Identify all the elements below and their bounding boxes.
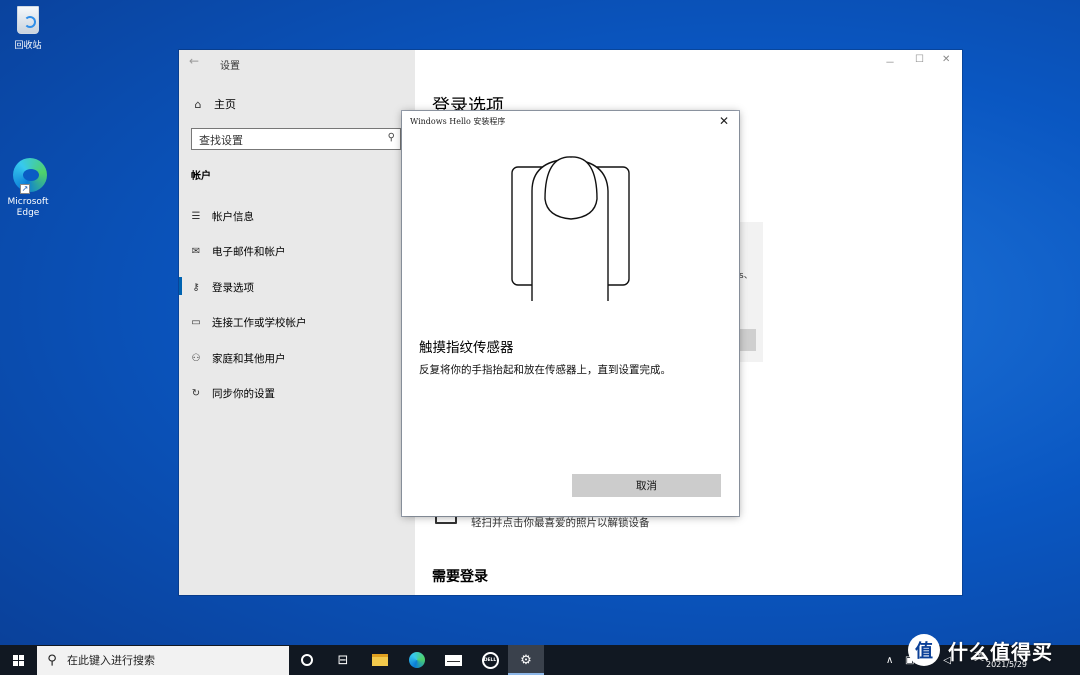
edge-shortcut[interactable]: ↗ Microsoft Edge — [0, 158, 56, 219]
task-view-icon: ⊟ — [337, 652, 349, 668]
watermark-text: 什么值得买 — [948, 639, 1053, 664]
briefcase-icon: ▭ — [191, 316, 201, 328]
taskbar-mail[interactable] — [435, 645, 471, 675]
sidebar-item-sign-in-options[interactable]: ⚷ 登录选项 — [189, 276, 409, 298]
task-view-button[interactable]: ⊟ — [325, 645, 361, 675]
taskbar-edge[interactable] — [399, 645, 435, 675]
search-icon[interactable]: ⚲ — [388, 132, 395, 143]
people-icon: ⚇ — [191, 352, 201, 364]
edge-icon: ↗ — [13, 158, 47, 194]
recycle-bin-shortcut[interactable]: 回收站 — [0, 4, 56, 52]
sidebar-item-family[interactable]: ⚇ 家庭和其他用户 — [189, 347, 409, 369]
watermark-logo: 值 — [908, 634, 940, 666]
gear-icon: ⚙ — [520, 652, 532, 668]
account-info-icon: ☰ — [191, 210, 201, 222]
edge-icon — [409, 652, 425, 668]
windows-logo-icon — [12, 654, 24, 666]
chevron-up-icon: ∧ — [886, 654, 894, 666]
dell-icon: DELL — [481, 651, 499, 669]
search-icon: ⚲ — [47, 653, 57, 668]
recycle-bin-label: 回收站 — [14, 41, 42, 51]
sidebar-item-label: 电子邮件和帐户 — [212, 245, 286, 258]
dialog-title: Windows Hello 安装程序 — [410, 117, 506, 126]
sidebar-item-work-school[interactable]: ▭ 连接工作或学校帐户 — [189, 311, 409, 333]
show-hidden-icons-button[interactable]: ∧ — [886, 645, 893, 675]
taskbar-file-explorer[interactable] — [362, 645, 398, 675]
sidebar-item-label: 帐户信息 — [212, 210, 254, 223]
email-icon: ✉ — [191, 245, 201, 257]
recycle-bin-icon — [13, 6, 43, 38]
settings-sidebar: ← 设置 ⌂ 主页 ⚲ 帐户 ☰ 帐户信息 ✉ 电子邮件和帐户 ⚷ 登录选项 ▭… — [179, 50, 415, 595]
minimize-button[interactable]: － — [885, 54, 895, 69]
sidebar-item-account-info[interactable]: ☰ 帐户信息 — [189, 205, 409, 227]
watermark: 值 什么值得买 — [908, 632, 1053, 668]
home-label: 主页 — [214, 98, 236, 111]
folder-icon — [372, 654, 388, 666]
dialog-close-button[interactable]: ✕ — [719, 114, 729, 128]
sidebar-item-label: 登录选项 — [212, 281, 254, 294]
sidebar-item-sync[interactable]: ↻ 同步你的设置 — [189, 382, 409, 404]
edge-label: Microsoft Edge — [7, 197, 49, 218]
fingerprint-sensor-illustration — [511, 156, 630, 301]
taskbar-dell[interactable]: DELL — [472, 645, 508, 675]
taskbar-settings[interactable]: ⚙ — [508, 645, 544, 675]
mail-icon — [444, 654, 462, 666]
taskbar-search-input[interactable] — [67, 654, 277, 667]
section-label: 帐户 — [191, 171, 211, 182]
dialog-instructions: 反复将你的手指抬起和放在传感器上，直到设置完成。 — [419, 364, 671, 376]
close-button[interactable]: ✕ — [942, 54, 950, 65]
key-icon: ⚷ — [192, 281, 200, 293]
home-icon: ⌂ — [194, 97, 202, 111]
nav-home[interactable]: ⌂ 主页 — [191, 96, 237, 112]
picture-password-description: 轻扫并点击你最喜爱的照片以解锁设备 — [471, 517, 650, 529]
window-title: 设置 — [220, 61, 240, 72]
start-button[interactable] — [0, 645, 36, 675]
taskbar-search-box[interactable]: ⚲ — [37, 646, 289, 675]
sidebar-item-label: 连接工作或学校帐户 — [212, 316, 307, 329]
settings-search-input[interactable] — [192, 130, 372, 151]
cancel-button[interactable]: 取消 — [572, 474, 721, 497]
maximize-button[interactable]: ☐ — [915, 54, 924, 65]
windows-hello-dialog: Windows Hello 安装程序 ✕ 触摸指纹传感器 反复将你的手指抬起和放… — [402, 111, 739, 516]
sidebar-item-label: 同步你的设置 — [212, 387, 275, 400]
cortana-icon — [301, 654, 313, 666]
require-signin-title: 需要登录 — [432, 569, 488, 585]
sidebar-item-label: 家庭和其他用户 — [212, 352, 286, 365]
dialog-heading: 触摸指纹传感器 — [419, 340, 514, 356]
sync-icon: ↻ — [191, 387, 201, 399]
cortana-button[interactable] — [289, 645, 325, 675]
settings-search-box[interactable]: ⚲ — [191, 128, 401, 151]
option-card-text: s、 — [739, 271, 753, 281]
selected-indicator — [179, 277, 182, 295]
back-arrow-icon[interactable]: ← — [189, 54, 199, 68]
sidebar-item-email[interactable]: ✉ 电子邮件和帐户 — [189, 240, 409, 262]
